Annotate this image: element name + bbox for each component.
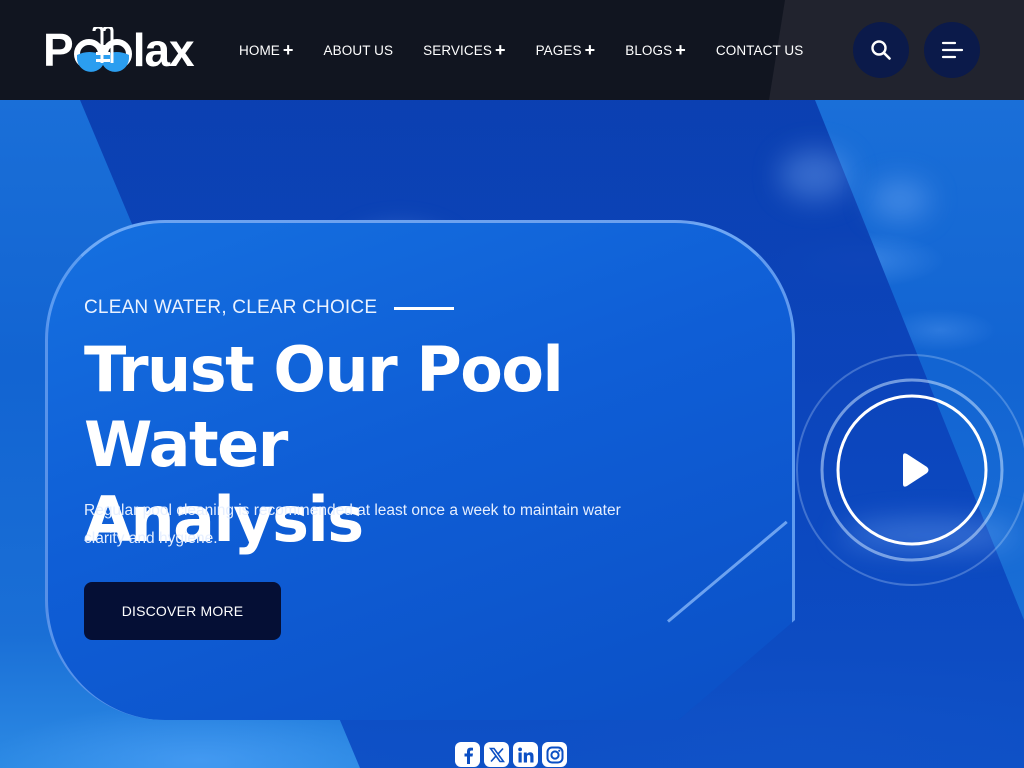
hamburger-menu-icon xyxy=(941,41,964,59)
hero-description: Regular pool cleaning is recommended at … xyxy=(84,502,621,547)
menu-toggle-button[interactable] xyxy=(924,22,980,78)
eyebrow-divider xyxy=(394,306,455,310)
nav-label: BLOGS xyxy=(625,42,673,58)
social-links xyxy=(455,742,567,767)
search-button[interactable] xyxy=(853,22,909,78)
water-bokeh xyxy=(870,180,930,220)
logo-text-start: P xyxy=(43,24,74,76)
nav-label: PAGES xyxy=(535,42,582,58)
headline-line-1: Trust Our Pool Water xyxy=(84,333,564,481)
search-icon xyxy=(871,40,891,60)
logo-text-end: lax xyxy=(132,24,195,76)
logo[interactable]: P lax xyxy=(43,24,195,76)
site-header: P lax HOME + ABOUT US SERVICES + PAGES +… xyxy=(0,0,1024,100)
nav-item-services[interactable]: SERVICES + xyxy=(423,40,505,60)
nav-label: CONTACT US xyxy=(715,42,804,58)
nav-item-blogs[interactable]: BLOGS + xyxy=(625,40,686,60)
nav-label: ABOUT US xyxy=(323,42,394,58)
plus-icon: + xyxy=(494,40,506,60)
eyebrow-text: CLEAN WATER, CLEAR CHOICE xyxy=(84,297,378,318)
plus-icon: + xyxy=(282,40,294,60)
linkedin-icon[interactable] xyxy=(513,742,538,767)
nav-item-about-us[interactable]: ABOUT US xyxy=(324,40,394,60)
nav-item-home[interactable]: HOME + xyxy=(239,40,294,60)
main-nav: HOME + ABOUT US SERVICES + PAGES + BLOGS… xyxy=(239,40,833,60)
hero-eyebrow: CLEAN WATER, CLEAR CHOICE xyxy=(84,297,455,319)
nav-label: HOME xyxy=(239,42,280,58)
hero-section: CLEAN WATER, CLEAR CHOICE Trust Our Pool… xyxy=(0,100,1024,768)
nav-item-pages[interactable]: PAGES + xyxy=(536,40,596,60)
x-twitter-icon[interactable] xyxy=(484,742,509,767)
water-bokeh xyxy=(780,150,850,200)
plus-icon: + xyxy=(675,40,686,60)
facebook-icon[interactable] xyxy=(455,742,480,767)
nav-label: SERVICES xyxy=(423,42,492,58)
nav-item-contact-us[interactable]: CONTACT US xyxy=(716,40,804,60)
pool-ladder-logo-icon xyxy=(73,27,132,73)
play-icon xyxy=(903,453,929,487)
plus-icon: + xyxy=(584,40,596,60)
instagram-icon[interactable] xyxy=(542,742,567,767)
discover-more-button[interactable]: DISCOVER MORE xyxy=(84,582,281,640)
video-play-button[interactable] xyxy=(795,348,1024,592)
